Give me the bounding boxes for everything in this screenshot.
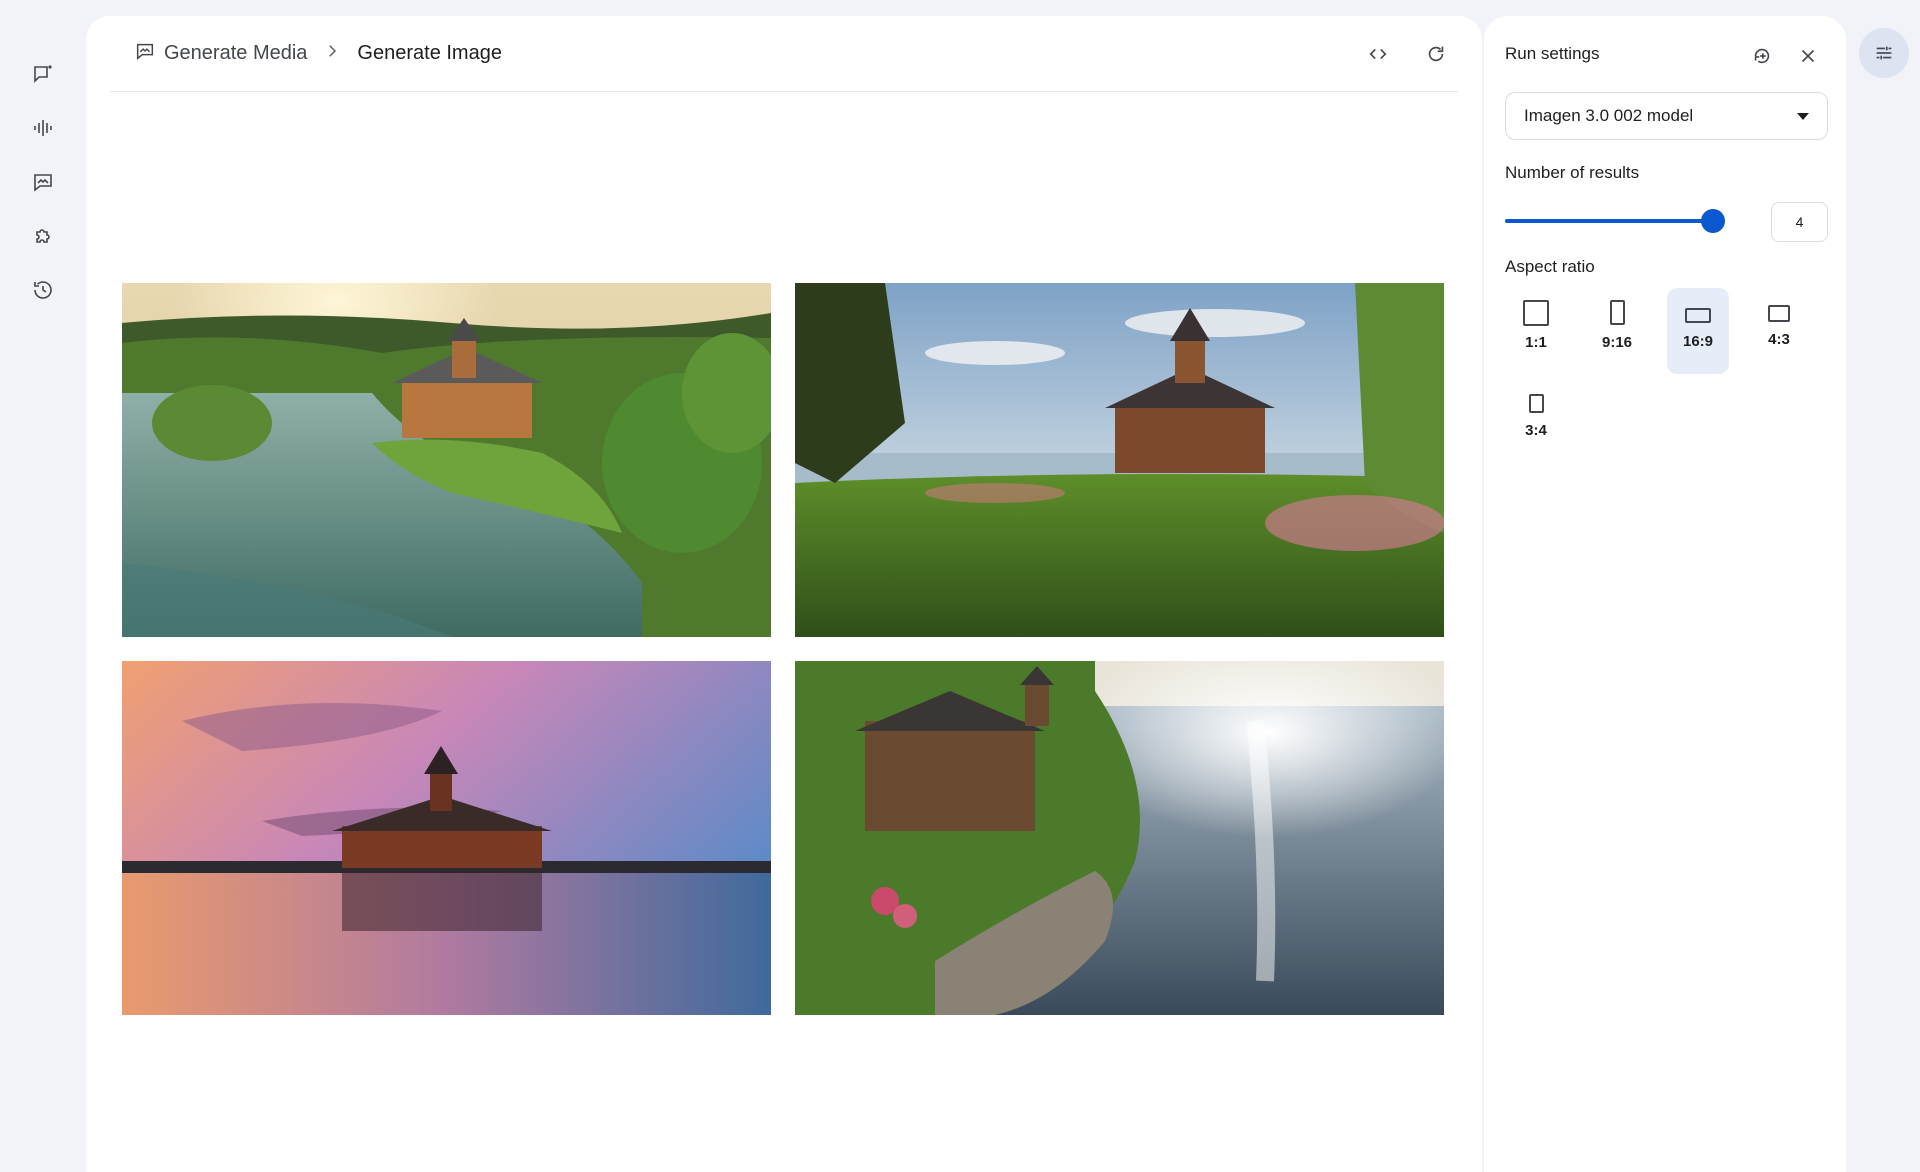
tune-icon	[1876, 46, 1892, 60]
close-icon	[1801, 49, 1815, 63]
number-of-results-label: Number of results	[1505, 163, 1640, 182]
aspect-ratio-3-4[interactable]: 3:4	[1505, 384, 1567, 470]
breadcrumb: Generate Media Generate Image	[134, 40, 502, 67]
aspect-ratio-16-9[interactable]: 16:9	[1667, 288, 1729, 374]
run-settings-panel: Run settings Imagen 3.0 002 model Number…	[1484, 16, 1846, 1172]
chevron-right-icon	[323, 42, 341, 66]
audio-icon	[34, 120, 52, 136]
image-nav-button[interactable]	[21, 160, 65, 204]
image-icon	[34, 174, 52, 192]
extensions-nav-button[interactable]	[21, 214, 65, 258]
get-code-button[interactable]	[1356, 32, 1400, 76]
generated-image-3[interactable]	[122, 661, 771, 1015]
reset-settings-button[interactable]	[1744, 38, 1780, 74]
generate-media-icon	[134, 40, 156, 67]
model-select-value: Imagen 3.0 002 model	[1524, 106, 1694, 125]
portrait-tall-ratio-icon	[1609, 300, 1625, 325]
chat-nav-button[interactable]	[21, 52, 65, 96]
model-select[interactable]: Imagen 3.0 002 model	[1505, 92, 1828, 140]
aspect-ratio-label-1-1: 1:1	[1525, 334, 1547, 351]
generated-image-2[interactable]	[795, 283, 1444, 637]
aspect-ratio-label-16-9: 16:9	[1682, 333, 1714, 350]
toggle-run-settings-button[interactable]	[1859, 28, 1909, 78]
number-of-results-input[interactable]: 4	[1771, 202, 1828, 242]
refresh-button[interactable]	[1414, 32, 1458, 76]
generated-image-1[interactable]	[122, 283, 771, 637]
slider-thumb[interactable]	[1701, 209, 1725, 233]
aspect-ratio-label-3-4: 3:4	[1525, 422, 1547, 439]
chat-icon	[34, 65, 52, 83]
aspect-ratio-4-3[interactable]: 4:3	[1748, 288, 1810, 374]
breadcrumb-generate-media[interactable]: Generate Media	[164, 42, 307, 65]
audio-nav-button[interactable]	[21, 106, 65, 150]
history-icon	[34, 281, 52, 299]
aspect-ratio-1-1[interactable]: 1:1	[1505, 288, 1567, 374]
refresh-icon	[1428, 46, 1444, 61]
slider-fill	[1505, 219, 1713, 223]
left-nav-rail	[0, 0, 86, 1172]
dropdown-caret-icon	[1797, 112, 1809, 120]
image-results-grid	[122, 283, 1444, 1015]
landscape-wide-ratio-icon	[1685, 308, 1711, 323]
aspect-ratio-label: Aspect ratio	[1505, 257, 1595, 276]
page-header: Generate Media Generate Image	[110, 16, 1458, 92]
code-icon	[1369, 48, 1387, 59]
aspect-ratio-9-16[interactable]: 9:16	[1586, 288, 1648, 374]
history-nav-button[interactable]	[21, 268, 65, 312]
aspect-ratio-label-4-3: 4:3	[1768, 331, 1790, 348]
reset-settings-icon	[1754, 48, 1770, 64]
aspect-ratio-label-9-16: 9:16	[1601, 334, 1633, 351]
portrait-ratio-icon	[1528, 394, 1544, 413]
square-ratio-icon	[1523, 300, 1549, 326]
close-panel-button[interactable]	[1790, 38, 1826, 74]
extensions-icon	[36, 229, 50, 243]
run-settings-title: Run settings	[1505, 44, 1600, 63]
page-title: Generate Image	[357, 42, 502, 64]
main-content: Generate Media Generate Image	[86, 16, 1482, 1172]
generated-image-4[interactable]	[795, 661, 1444, 1015]
landscape-ratio-icon	[1768, 305, 1790, 322]
number-of-results-slider[interactable]	[1505, 209, 1725, 233]
